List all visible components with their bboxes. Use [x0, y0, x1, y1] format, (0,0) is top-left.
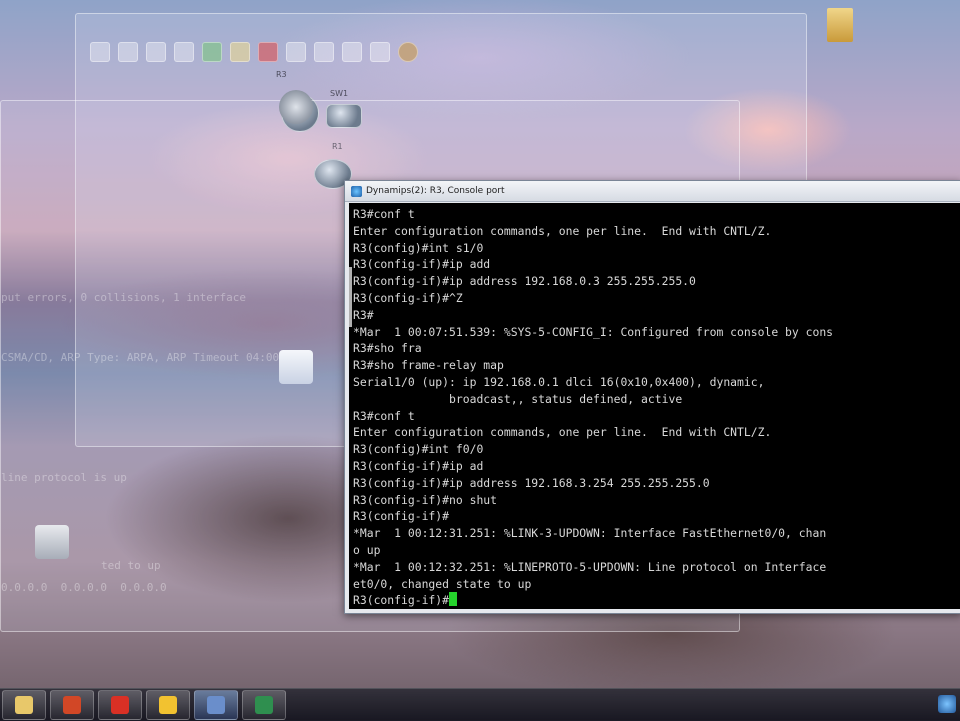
- word-document-icon: [279, 350, 313, 384]
- tray-icon[interactable]: [938, 695, 956, 713]
- terminal-line: R3(config-if)#ip address 192.168.0.3 255…: [353, 274, 696, 289]
- powerpoint-icon: [63, 696, 81, 714]
- taskbar: [0, 688, 960, 721]
- taskbar-button-gns3[interactable]: [194, 690, 238, 720]
- ghost-console-line: put errors, 0 collisions, 1 interface: [1, 291, 247, 304]
- terminal-line: *Mar 1 00:12:31.251: %LINK-3-UPDOWN: Int…: [353, 526, 827, 541]
- desktop-folder-icon[interactable]: [822, 8, 858, 70]
- terminal-line: R3(config-if)#ip address 192.168.3.254 2…: [353, 475, 710, 490]
- taskbar-button-powerpoint[interactable]: [50, 690, 94, 720]
- start-icon: [202, 42, 222, 62]
- folder-icon: [827, 8, 853, 42]
- toolbar-icon: [370, 42, 390, 62]
- terminal-line: R3#: [353, 307, 374, 322]
- toolbar-icon: [146, 42, 166, 62]
- paint-icon: [159, 696, 177, 714]
- terminal-line: R3(config)#int s1/0: [353, 240, 484, 255]
- taskbar-button-console[interactable]: [242, 690, 286, 720]
- terminal-line: R3#sho frame-relay map: [353, 358, 504, 373]
- gns3-icon: [207, 696, 225, 714]
- terminal-line: R3#sho fra: [353, 341, 422, 356]
- terminal-line: R3(config-if)#ip ad: [353, 458, 484, 473]
- console-window[interactable]: Dynamips(2): R3, Console port R3#conf t …: [344, 180, 960, 614]
- terminal-prompt: R3(config-if)#: [353, 593, 450, 608]
- terminal-line: R3#conf t: [353, 207, 415, 221]
- app-icon: [351, 185, 362, 197]
- flash-player-icon: [279, 90, 313, 124]
- desktop-shortcut-icon[interactable]: [266, 90, 326, 126]
- terminal-line: R3(config-if)#ip add: [353, 257, 491, 272]
- toolbar-icon: [314, 42, 334, 62]
- stop-icon: [258, 42, 278, 62]
- file-icon: [35, 525, 69, 559]
- terminal-line: R3#conf t: [353, 408, 415, 423]
- desktop-file-icon[interactable]: [22, 525, 82, 561]
- circle-icon: [398, 42, 418, 62]
- terminal-line: o up: [353, 542, 381, 557]
- reload-icon: [286, 42, 306, 62]
- console-icon: [255, 696, 273, 714]
- terminal-area[interactable]: R3#conf t Enter configuration commands, …: [349, 203, 960, 609]
- toolbar-icon: [342, 42, 362, 62]
- terminal-line: *Mar 1 00:07:51.539: %SYS-5-CONFIG_I: Co…: [353, 324, 834, 339]
- toolbar-icon: [174, 42, 194, 62]
- ghost-console-line: ted to up: [101, 559, 161, 572]
- terminal-output: R3#conf t Enter configuration commands, …: [349, 203, 960, 609]
- terminal-line: R3(config-if)#no shut: [353, 492, 498, 507]
- terminal-line: Enter configuration commands, one per li…: [353, 223, 772, 238]
- terminal-line: R3(config-if)#^Z: [353, 290, 463, 305]
- scrollbar[interactable]: [349, 267, 352, 327]
- terminal-line: *Mar 1 00:12:32.251: %LINEPROTO-5-UPDOWN…: [353, 559, 827, 574]
- taskbar-button-explorer[interactable]: [2, 690, 46, 720]
- console-titlebar[interactable]: Dynamips(2): R3, Console port: [345, 181, 960, 202]
- taskbar-button-paint[interactable]: [146, 690, 190, 720]
- terminal-line: et0/0, changed state to up: [353, 576, 532, 591]
- node-label: SW1: [330, 89, 349, 98]
- text-cursor: [449, 592, 458, 607]
- node-label: R3: [276, 70, 287, 79]
- background-toolbar: [84, 36, 510, 68]
- terminal-line: Enter configuration commands, one per li…: [353, 425, 772, 440]
- ghost-console-line: CSMA/CD, ARP Type: ARPA, ARP Timeout 04:…: [1, 351, 300, 364]
- window-title: Dynamips(2): R3, Console port: [366, 186, 505, 196]
- taskbar-buttons: [2, 690, 286, 720]
- toolbar-icon: [90, 42, 110, 62]
- taskbar-button-chrome[interactable]: [98, 690, 142, 720]
- terminal-line: R3(config)#int f0/0: [353, 442, 484, 457]
- ghost-console-line: line protocol is up: [1, 471, 127, 484]
- explorer-icon: [15, 696, 33, 714]
- ghost-console-line: 0.0.0.0 0.0.0.0 0.0.0.0: [1, 581, 167, 594]
- chrome-icon: [111, 696, 129, 714]
- terminal-line: R3(config-if)#: [353, 509, 450, 524]
- toolbar-icon: [118, 42, 138, 62]
- desktop-document-icon[interactable]: [266, 350, 326, 386]
- terminal-line: broadcast,, status defined, active: [449, 391, 683, 406]
- terminal-line: Serial1/0 (up): ip 192.168.0.1 dlci 16(0…: [353, 374, 765, 389]
- pause-icon: [230, 42, 250, 62]
